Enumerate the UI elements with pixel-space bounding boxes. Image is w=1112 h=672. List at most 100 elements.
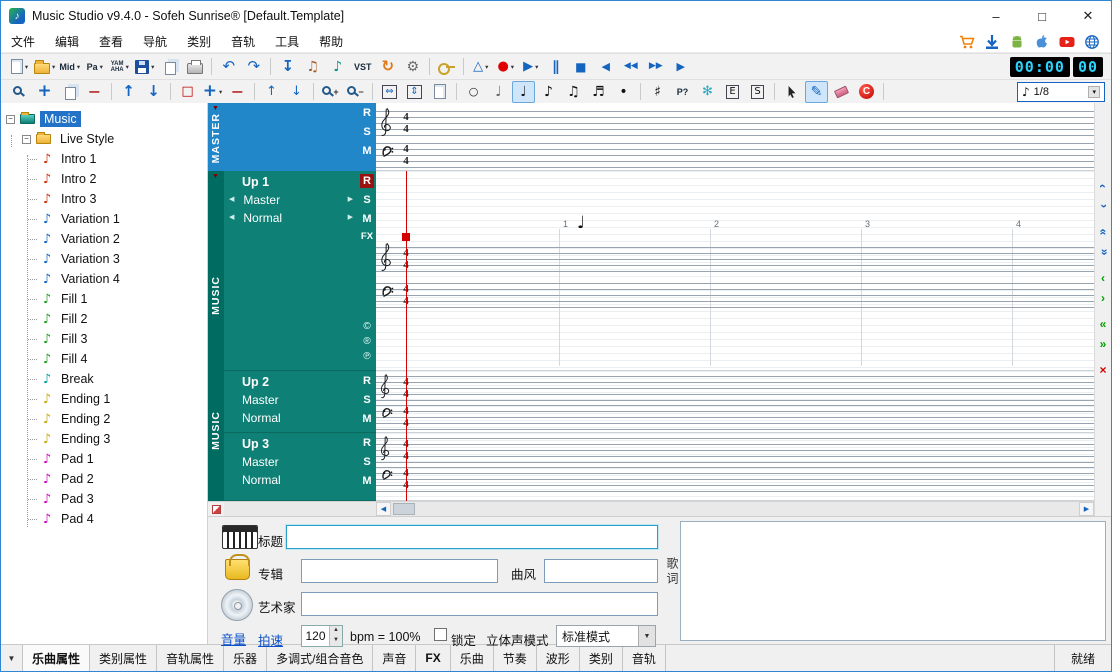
eraser-tool-button[interactable] bbox=[830, 81, 853, 103]
solo-button[interactable]: S bbox=[360, 193, 374, 207]
piano-icon[interactable] bbox=[222, 525, 258, 549]
youtube-icon[interactable] bbox=[1058, 33, 1076, 51]
scroll-up-button[interactable]: ‹ bbox=[1096, 177, 1111, 194]
record-button[interactable]: R bbox=[360, 174, 374, 188]
scrollbar-track[interactable] bbox=[391, 502, 1079, 516]
chord-tool-button[interactable]: C bbox=[855, 81, 878, 103]
import-button[interactable]: ↧ bbox=[276, 56, 299, 78]
vst-plugins-button[interactable]: VST bbox=[351, 56, 374, 78]
record-button[interactable]: R bbox=[360, 374, 374, 388]
music-strip[interactable]: ▼ MUSIC MUSIC bbox=[208, 171, 224, 501]
collapse-icon[interactable]: − bbox=[22, 135, 31, 144]
collapse-master-icon[interactable]: ▼ bbox=[212, 105, 219, 112]
tab-category-props[interactable]: 类别属性 bbox=[90, 645, 157, 671]
track-name[interactable]: Up 2 bbox=[224, 374, 358, 390]
spin-down-icon[interactable]: ▼ bbox=[330, 636, 342, 646]
tree-item-pad-1[interactable]: ♪Pad 1 bbox=[1, 449, 207, 469]
track-header[interactable]: Up 3 Master Normal R S M bbox=[224, 433, 376, 501]
save-button[interactable]: ▾ bbox=[133, 56, 156, 78]
prev-item-button[interactable]: ↑ bbox=[260, 81, 283, 103]
tree-item-pad-2[interactable]: ♪Pad 2 bbox=[1, 469, 207, 489]
spin-up-icon[interactable]: ▲ bbox=[330, 626, 342, 636]
tree-item-fill-2[interactable]: ♪Fill 2 bbox=[1, 309, 207, 329]
master-record-button[interactable]: R bbox=[360, 106, 374, 120]
zoom-out-button[interactable]: − bbox=[344, 81, 367, 103]
download-icon[interactable] bbox=[983, 33, 1001, 51]
tree-group-label[interactable]: Live Style bbox=[56, 131, 118, 147]
zoom-in-button[interactable]: + bbox=[319, 81, 342, 103]
master-strip[interactable]: ▼ MASTER bbox=[208, 103, 224, 171]
tree-item-ending-3[interactable]: ♪Ending 3 bbox=[1, 429, 207, 449]
activation-key-button[interactable] bbox=[435, 56, 458, 78]
tree-item-pad-3[interactable]: ♪Pad 3 bbox=[1, 489, 207, 509]
tree-item-variation-3[interactable]: ♪Variation 3 bbox=[1, 249, 207, 269]
registered-icon[interactable]: ® bbox=[363, 336, 370, 347]
pause-button[interactable]: ∥ bbox=[544, 56, 567, 78]
sharp-button[interactable]: ♯ bbox=[646, 81, 669, 103]
duration-eighth-button[interactable]: ♪ bbox=[537, 81, 560, 103]
solo-button[interactable]: S bbox=[360, 455, 374, 469]
collapse-panel-button[interactable]: ▼ bbox=[1, 645, 23, 671]
track-staff-up-2[interactable]: 44 44 bbox=[376, 371, 1094, 433]
menu-track[interactable]: 音轨 bbox=[221, 31, 265, 53]
export-pa-button[interactable]: Pa▾ bbox=[83, 56, 106, 78]
fast-forward-button[interactable]: ▶▶ bbox=[644, 56, 667, 78]
album-input[interactable] bbox=[301, 559, 498, 583]
tree-item-variation-4[interactable]: ♪Variation 4 bbox=[1, 269, 207, 289]
tempo-link[interactable]: 拍速 bbox=[258, 630, 283, 649]
mute-button[interactable]: M bbox=[360, 474, 374, 488]
close-view-button[interactable]: × bbox=[1096, 361, 1111, 378]
pointer-tool-button[interactable] bbox=[780, 81, 803, 103]
lyrics-input[interactable] bbox=[680, 521, 1106, 641]
copyright-icon[interactable]: © bbox=[363, 321, 370, 332]
next-mode-icon[interactable]: ▶ bbox=[348, 210, 353, 226]
freeze-button[interactable]: ✻ bbox=[696, 81, 719, 103]
tree-item-fill-3[interactable]: ♪Fill 3 bbox=[1, 329, 207, 349]
remove-item-button[interactable]: − bbox=[83, 81, 106, 103]
source-value[interactable]: Master bbox=[224, 392, 358, 408]
scroll-left-button[interactable]: ◀ bbox=[376, 502, 391, 516]
quantize-button[interactable]: P? bbox=[671, 81, 694, 103]
print-button[interactable] bbox=[183, 56, 206, 78]
bucket-icon[interactable] bbox=[225, 559, 250, 580]
store-cart-icon[interactable] bbox=[958, 33, 976, 51]
export-mid-button[interactable]: Mid▾ bbox=[58, 56, 81, 78]
tree-item-break[interactable]: ♪Break bbox=[1, 369, 207, 389]
menu-navigation[interactable]: 导航 bbox=[133, 31, 177, 53]
scroll-down-button[interactable]: ‹ bbox=[1096, 197, 1111, 214]
move-up-button[interactable]: ↑ bbox=[117, 81, 140, 103]
track-name[interactable]: Up 3 bbox=[224, 436, 358, 452]
stop-button[interactable]: ■ bbox=[569, 56, 592, 78]
master-solo-button[interactable]: S bbox=[360, 125, 374, 139]
new-file-button[interactable]: ▾ bbox=[8, 56, 31, 78]
tab-track-props[interactable]: 音轨属性 bbox=[157, 645, 224, 671]
menu-tools[interactable]: 工具 bbox=[265, 31, 309, 53]
next-source-icon[interactable]: ▶ bbox=[348, 192, 353, 208]
copy-button[interactable] bbox=[158, 56, 181, 78]
maximize-button[interactable]: □ bbox=[1019, 1, 1065, 31]
close-button[interactable]: ✕ bbox=[1065, 1, 1111, 31]
menu-edit[interactable]: 编辑 bbox=[45, 31, 89, 53]
tree-item-intro-1[interactable]: ♪Intro 1 bbox=[1, 149, 207, 169]
master-mute-button[interactable]: M bbox=[360, 144, 374, 158]
play-button[interactable]: ▶▾ bbox=[519, 56, 542, 78]
tab-sound[interactable]: 声音 bbox=[373, 645, 416, 671]
tree-item-fill-4[interactable]: ♪Fill 4 bbox=[1, 349, 207, 369]
master-header[interactable]: R S M bbox=[224, 103, 376, 171]
minimize-button[interactable]: – bbox=[973, 1, 1019, 31]
reload-button[interactable]: ↻ bbox=[376, 56, 399, 78]
volume-link[interactable]: 音量 bbox=[221, 629, 246, 648]
move-down-button[interactable]: ↓ bbox=[142, 81, 165, 103]
master-staff[interactable]: 44 44 bbox=[376, 103, 1094, 171]
tab-category[interactable]: 类别 bbox=[580, 645, 623, 671]
mode-value[interactable]: Normal bbox=[224, 410, 358, 426]
tempo-spinner[interactable]: 120 ▲ ▼ bbox=[301, 625, 343, 647]
mute-button[interactable]: M bbox=[360, 412, 374, 426]
title-input[interactable] bbox=[286, 525, 658, 549]
android-icon[interactable] bbox=[1008, 33, 1026, 51]
track-header[interactable]: Up 2 Master Normal R S M bbox=[224, 371, 376, 433]
fit-width-button[interactable]: ⇔ bbox=[378, 81, 401, 103]
lyrics-tab[interactable]: 歌词 bbox=[664, 557, 681, 587]
collapse-music-icon[interactable]: ▼ bbox=[212, 173, 219, 180]
source-selector[interactable]: ◀ Master ▶ bbox=[224, 192, 358, 208]
